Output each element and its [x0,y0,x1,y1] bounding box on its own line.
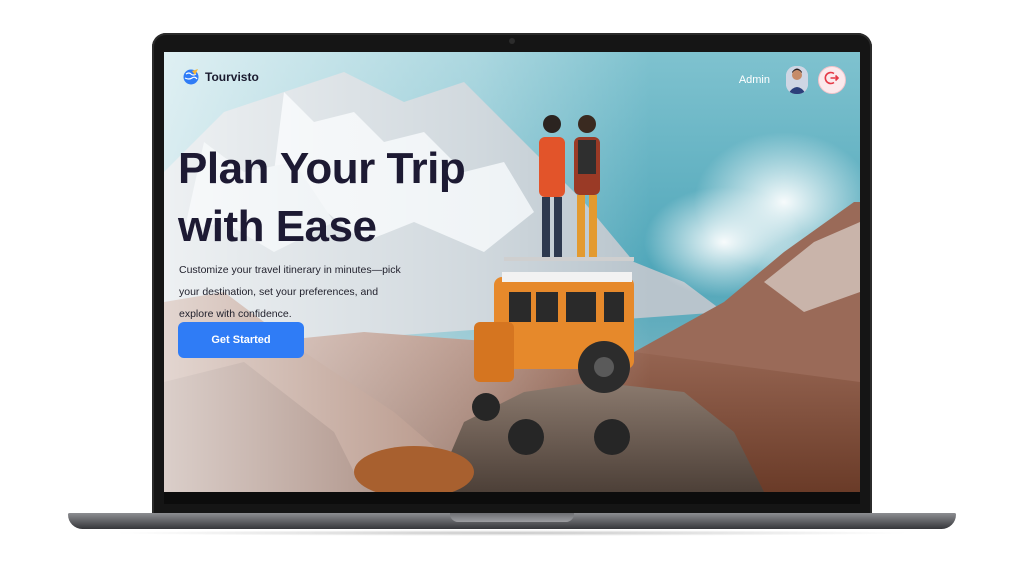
get-started-button[interactable]: Get Started [178,322,304,358]
user-name[interactable]: Admin [739,74,770,86]
top-navbar: Tourvisto Admin [164,52,860,108]
user-area: Admin [739,66,846,94]
screen-bezel-bottom [164,492,860,504]
webcam [509,38,515,44]
laptop-mockup: Tourvisto Admin Plan Your Trip with Ease… [0,0,1024,576]
hero-title: Plan Your Trip with Ease [178,140,478,256]
globe-plane-icon [182,68,200,86]
laptop-hinge-notch [450,513,574,522]
hero-title-line-1: Plan Your Trip [178,144,466,193]
laptop-shadow [110,530,914,536]
logout-button[interactable] [818,66,846,94]
brand-logo[interactable]: Tourvisto [182,68,259,86]
hero-title-line-2: with Ease [178,202,377,251]
logout-icon [824,70,840,91]
hero-description: Customize your travel itinerary in minut… [179,264,401,320]
brand-name: Tourvisto [205,70,259,84]
user-avatar[interactable] [786,66,808,94]
laptop-screen: Tourvisto Admin Plan Your Trip with Ease… [164,52,860,492]
